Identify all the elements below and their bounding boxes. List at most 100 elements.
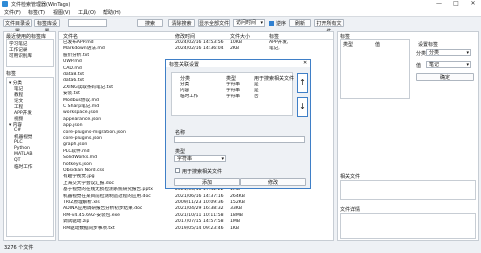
sort-select[interactable]: 访问时间 ▾ xyxy=(233,19,265,27)
use-for-search-checkbox[interactable] xyxy=(175,168,180,173)
file-name-cell: Obsidian Nord.css xyxy=(63,168,105,173)
search-input[interactable] xyxy=(68,19,107,27)
open-all-files-button[interactable]: 打开所有文件 xyxy=(314,19,344,35)
file-size-cell: 10KB xyxy=(230,40,243,45)
tag-type-label: 类型 xyxy=(175,149,186,155)
related-files-title: 相关文件 xyxy=(340,174,361,180)
dialog-column-name: 分类 xyxy=(180,76,191,82)
file-name-cell: C Sharp笔记.md xyxy=(63,104,100,109)
dialog-tag-table: 分类 类型 用于搜索相关文件 分类 字符串是内容 字符串是临时工作 字符串否 xyxy=(171,72,295,116)
file-name-cell: RM-v4.45.692-安装包.exe xyxy=(63,212,120,218)
tag-library-settings-button[interactable]: 标签库设置 xyxy=(34,19,60,35)
tag-type-select[interactable]: 字符串 ▾ xyxy=(174,155,226,162)
menu-view[interactable]: 视图(V) xyxy=(53,9,70,16)
file-row[interactable]: RM驱动数据同步事项.txt 2019/05/14 09:23:46 1KB xyxy=(59,226,333,232)
tag-tree-item[interactable]: 临时工作 xyxy=(14,164,32,170)
show-all-files-button[interactable]: 显示全部文件 xyxy=(198,19,230,27)
file-name-cell: hotkeys.json xyxy=(63,161,92,167)
file-tags-column-type: 类型 xyxy=(343,42,354,48)
file-modified-cell: 2021/10/11 10:11:58 xyxy=(175,212,224,218)
tag-name-label: 名称 xyxy=(175,130,186,136)
tag-tree-item[interactable]: QT xyxy=(14,158,20,163)
file-row[interactable]: 调试驱动.zip 2017/07/15 14:57:58 1MB xyxy=(59,219,333,225)
tag-name-input[interactable] xyxy=(174,136,305,143)
menu-help[interactable]: 帮助(H) xyxy=(103,9,121,16)
file-name-cell: UWP.md xyxy=(63,59,82,65)
file-name-cell: 机器视觉在某目前检测制造过程的应用.doc xyxy=(63,193,151,199)
title-bar: 文件检索管理器(WinTags) — □ ✕ xyxy=(0,0,481,8)
confirm-button[interactable]: 确定 xyxy=(416,73,474,81)
tag-type-value: 字符串 xyxy=(177,156,193,162)
add-tag-button[interactable]: 添加 xyxy=(174,178,240,186)
file-row[interactable]: 已发布APP.md 2024/02/16 14:53:56 10KB APP开发, xyxy=(59,40,333,46)
file-size-cell: 2KB xyxy=(230,46,240,52)
file-name-cell: PLC软件.md xyxy=(63,148,90,154)
move-up-button[interactable]: ↑ xyxy=(297,73,308,93)
close-button[interactable]: ✕ xyxy=(465,0,481,8)
file-name-cell: ADINA应用调研报告分析初步结果.doc xyxy=(63,206,143,212)
chevron-down-icon: ▾ xyxy=(466,62,469,68)
file-row[interactable]: Markdown语法.md 2024/02/16 14:36:04 2KB 笔记, xyxy=(59,46,333,52)
move-down-button[interactable]: ↓ xyxy=(297,97,308,117)
value-select[interactable]: 笔记 ▾ xyxy=(426,61,471,68)
refresh-button[interactable]: 刷新 xyxy=(289,19,311,27)
column-header-name[interactable]: 文件名 xyxy=(63,33,78,40)
tag-tree-item[interactable]: C# xyxy=(14,128,21,133)
file-size-cell: 33KB xyxy=(230,206,243,212)
tags-title: 标签 xyxy=(6,71,17,77)
column-header-size[interactable]: 文件大小 xyxy=(230,33,250,40)
column-header-tags[interactable]: 标签 xyxy=(269,33,279,40)
reverse-order-label: 逆序 xyxy=(276,21,287,27)
file-row[interactable]: TRIZ原理解析.xls 2009/11/23 10:09:36 152KB xyxy=(59,200,333,206)
recent-library-item[interactable]: 可用识别库 xyxy=(9,53,32,59)
file-size-cell: 1MB xyxy=(230,219,241,225)
search-button[interactable]: 搜索 xyxy=(137,19,163,27)
file-row[interactable]: ADINA应用调研报告分析初步结果.doc 2021/04/29 16:38:32… xyxy=(59,206,333,212)
recent-libraries-list: 学习笔记 工作记录 可用识别库 xyxy=(6,39,54,67)
file-modified-cell: 2024/02/16 14:53:56 xyxy=(175,40,224,45)
tag-tree: ▾ 分类 笔记 教程 论文 工程 APP开发 视频 ▾ 内容 C# 机器视觉 PLC Python MA… xyxy=(6,77,54,237)
file-row[interactable]: 机器视觉在某目前检测制造过程的应用.doc 2021/06/16 14:37:16… xyxy=(59,194,333,200)
maximize-button[interactable]: □ xyxy=(448,0,464,8)
dialog-close-icon[interactable]: ✕ xyxy=(303,60,307,66)
column-header-modified[interactable]: 修改时间 xyxy=(175,33,195,40)
file-row[interactable]: 股价分析.txt xyxy=(59,53,333,59)
chevron-down-icon: ▾ xyxy=(466,50,469,56)
file-name-cell: data6.txt xyxy=(63,78,85,84)
file-row[interactable]: RM-v4.45.692-安装包.exe 2021/10/11 10:11:58 1… xyxy=(59,213,333,219)
category-label: 分类 xyxy=(416,51,427,57)
dialog-title: 标签关联设置 xyxy=(169,62,200,68)
tag-tree-item[interactable]: PLC xyxy=(14,140,23,145)
reverse-order-checkbox[interactable] xyxy=(269,21,274,26)
tag-tree-item[interactable]: Python xyxy=(14,146,30,151)
menu-file[interactable]: 文件(F) xyxy=(4,9,21,16)
file-name-cell: 安装.txt xyxy=(63,91,80,97)
clear-search-button[interactable]: 清除搜索 xyxy=(168,19,195,27)
file-name-cell: Markdown语法.md xyxy=(63,46,105,52)
file-name-cell: 有趣学视觉.jpg xyxy=(63,174,95,180)
menu-bar: 文件(F) 标签(T) 视图(V) 工具(O) 帮助(H) xyxy=(0,8,481,17)
file-name-cell: 已发布APP.md xyxy=(63,40,94,45)
menu-tag[interactable]: 标签(T) xyxy=(28,9,45,16)
modify-tag-button[interactable]: 修改 xyxy=(240,178,306,186)
file-tags-table: 类型 值 xyxy=(340,39,410,99)
category-select[interactable]: 分类 ▾ xyxy=(426,49,471,56)
file-name-cell: workspace.json xyxy=(63,110,99,116)
menu-tools[interactable]: 工具(O) xyxy=(78,9,96,16)
file-name-cell: Modbus协议.md xyxy=(63,97,99,103)
tag-tree-item[interactable]: MATLAB xyxy=(14,152,33,157)
file-modified-cell: 2024/02/16 14:36:04 xyxy=(175,46,224,52)
file-name-cell: app.json xyxy=(63,123,83,129)
file-name-cell: CAD.md xyxy=(63,65,82,71)
file-details-title: 文件详情 xyxy=(340,207,361,213)
dialog-tag-row[interactable]: 临时工作 字符串 否 xyxy=(172,94,292,100)
value-label: 值 xyxy=(416,63,422,69)
dialog-tag-search-cell: 否 xyxy=(254,94,259,99)
file-size-cell: 1KB xyxy=(230,225,240,231)
minimize-button[interactable]: — xyxy=(431,0,447,8)
file-name-cell: 调试驱动.zip xyxy=(63,219,90,225)
file-name-cell: 股价分析.txt xyxy=(63,52,90,58)
use-for-search-label: 用于搜索相关文件 xyxy=(182,169,223,175)
dialog-column-search: 用于搜索相关文件 xyxy=(254,76,295,82)
directory-settings-button[interactable]: 文件目录设置 xyxy=(3,19,32,35)
